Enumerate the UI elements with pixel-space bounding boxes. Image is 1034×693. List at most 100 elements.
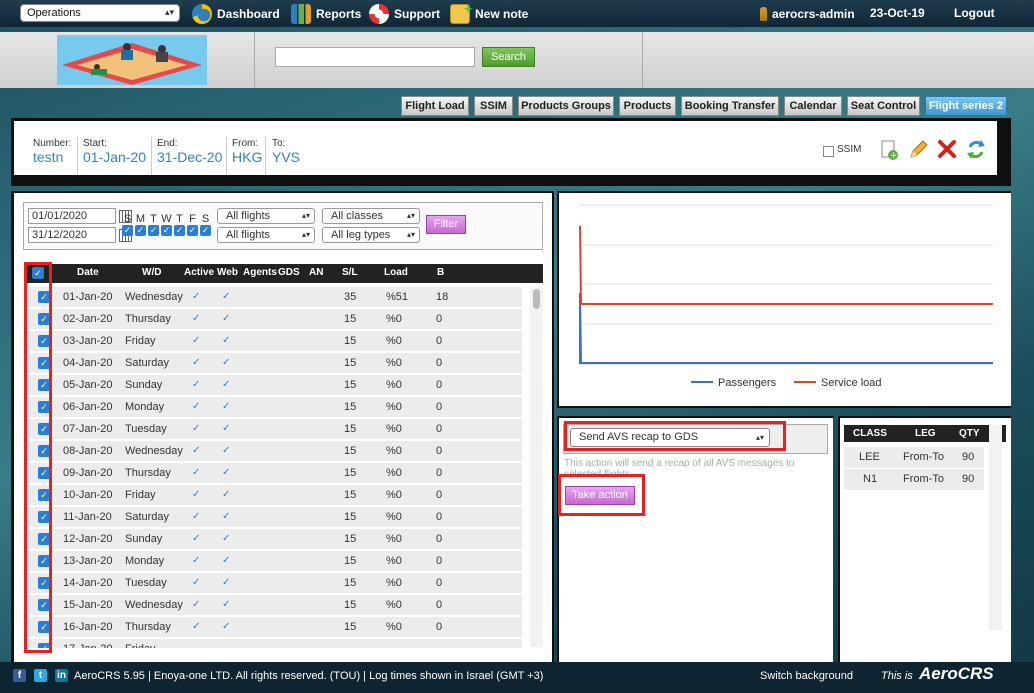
table-row[interactable]: ✓ 11-Jan-20 Saturday ✓ ✓ 15 %0 0 [25,507,522,528]
nav-new-note[interactable]: New note [450,0,528,27]
twitter-icon[interactable]: t [34,669,47,682]
nav-reports[interactable]: Reports [291,0,361,27]
class-qty: 90 [962,473,975,485]
column-header[interactable]: AN [309,267,323,278]
weekday-checkbox[interactable]: ✓ [148,225,159,236]
table-row[interactable]: ✓ 16-Jan-20 Thursday ✓ ✓ 15 %0 0 [25,617,522,638]
weekday-checkbox[interactable]: ✓ [187,225,198,236]
search-button[interactable]: Search [482,47,535,67]
column-header[interactable]: GDS [278,267,300,278]
row-booked: 0 [436,489,443,501]
column-header[interactable]: W/D [142,267,161,278]
user-menu[interactable]: aerocrs-admin [760,0,855,27]
active-check-icon: ✓ [192,357,201,368]
module-select[interactable]: Operations ▴▾ [20,4,180,22]
column-header[interactable]: Web [217,267,238,278]
add-document-icon[interactable]: + [879,139,899,161]
active-check-icon: ✓ [192,313,201,324]
flights-select-2-value: All flights [226,229,271,241]
web-check-icon: ✓ [222,555,231,566]
highlight-take-action [558,474,645,516]
weekday-checkbox[interactable]: ✓ [122,225,133,236]
switch-background-link[interactable]: Switch background [760,670,853,682]
search-input[interactable] [275,47,475,67]
table-row[interactable]: ✓ 04-Jan-20 Saturday ✓ ✓ 15 %0 0 [25,353,522,374]
table-row[interactable]: ✓17-Jan-20Friday [25,639,522,648]
separator [77,137,78,175]
weekday-checkbox[interactable]: ✓ [161,225,172,236]
column-header[interactable]: Load [384,267,408,278]
row-booked: 0 [436,379,443,391]
linkedin-icon[interactable]: in [55,669,68,682]
table-row[interactable]: ✓ 07-Jan-20 Tuesday ✓ ✓ 15 %0 0 [25,419,522,440]
filter-button[interactable]: Filter [426,215,466,234]
flights-select-2[interactable]: All flights ▴▾ [217,227,315,243]
row-booked: 0 [436,335,443,347]
table-row[interactable]: ✓ 09-Jan-20 Thursday ✓ ✓ 15 %0 0 [25,463,522,484]
table-row[interactable]: ✓ 13-Jan-20 Monday ✓ ✓ 15 %0 0 [25,551,522,572]
tab-products[interactable]: Products [619,96,676,116]
date-to-input[interactable]: 31/12/2020 [28,227,132,243]
table-row[interactable]: ✓ 06-Jan-20 Monday ✓ ✓ 15 %0 0 [25,397,522,418]
table-row[interactable]: ✓ 05-Jan-20 Sunday ✓ ✓ 15 %0 0 [25,375,522,396]
select-arrow-icon: ▴▾ [406,230,415,239]
column-header[interactable]: B [437,267,444,278]
row-booked: 0 [436,401,443,413]
table-row[interactable]: ✓ 02-Jan-20 Thursday ✓ ✓ 15 %0 0 [25,309,522,330]
row-weekday: Thursday [125,621,171,633]
date-from-input[interactable]: 01/01/2020 [28,208,132,224]
ssim-checkbox[interactable] [823,146,834,157]
module-select-value: Operations [27,7,81,19]
tab-seat-control[interactable]: Seat Control [847,96,920,116]
table-row[interactable]: ✓ 08-Jan-20 Wednesday ✓ ✓ 15 %0 0 [25,441,522,462]
active-check-icon: ✓ [192,291,201,302]
tab-calendar[interactable]: Calendar [784,96,842,116]
row-weekday: Tuesday [125,577,167,589]
row-load: %0 [386,379,402,391]
table-row[interactable]: ✓ 10-Jan-20 Friday ✓ ✓ 15 %0 0 [25,485,522,506]
weekday-checkbox[interactable]: ✓ [174,225,185,236]
end-label: End: [157,138,178,149]
table-row[interactable]: ✓ 03-Jan-20 Friday ✓ ✓ 15 %0 0 [25,331,522,352]
row-load: %0 [386,577,402,589]
tab-products-groups[interactable]: Products Groups [518,96,614,116]
logout-link[interactable]: Logout [954,0,995,27]
weekday-checkbox[interactable]: ✓ [200,225,211,236]
row-date: 17-Jan-20 [63,643,113,648]
tab-ssim[interactable]: SSIM [474,96,513,116]
weekday-checkbox[interactable]: ✓ [135,225,146,236]
web-check-icon: ✓ [222,467,231,478]
tab-booking-transfer[interactable]: Booking Transfer [681,96,779,116]
tab-flight-series[interactable]: Flight series 2 [925,96,1007,116]
table-row[interactable]: ✓ 15-Jan-20 Wednesday ✓ ✓ 15 %0 0 [25,595,522,616]
nav-support[interactable]: Support [369,0,440,27]
table-scrollbar[interactable] [530,287,543,647]
table-row[interactable]: ✓ 14-Jan-20 Tuesday ✓ ✓ 15 %0 0 [25,573,522,594]
web-check-icon: ✓ [222,313,231,324]
table-row[interactable]: ✓ 12-Jan-20 Sunday ✓ ✓ 15 %0 0 [25,529,522,550]
leg-types-select[interactable]: All leg types ▴▾ [322,227,420,243]
column-header[interactable]: Agents [243,267,277,278]
row-booked: 0 [436,599,443,611]
tab-flight-load[interactable]: Flight Load [401,96,469,116]
row-sl: 15 [344,511,357,523]
column-header[interactable]: Date [77,267,99,278]
flights-select[interactable]: All flights ▴▾ [217,208,315,224]
to-label: To: [272,138,286,149]
delete-x-icon[interactable] [937,139,957,161]
column-header[interactable]: Active [184,267,214,278]
class-row: N1 From-To 90 [844,469,984,490]
column-header[interactable]: S/L [342,267,358,278]
nav-dashboard[interactable]: Dashboard [192,0,280,27]
separator [151,137,152,175]
table-row[interactable]: ✓ 01-Jan-20 Wednesday ✓ ✓ 35 %51 18 [25,287,522,308]
end-value: 31-Dec-20 [157,149,223,165]
facebook-icon[interactable]: f [13,669,26,682]
current-date: 23-Oct-19 [870,6,925,20]
refresh-arrows-icon[interactable] [966,139,986,161]
web-check-icon: ✓ [222,621,231,632]
scrollbar-thumb[interactable] [533,289,540,309]
class-scrollbar[interactable] [989,425,1002,630]
edit-pencil-icon[interactable] [908,139,928,161]
classes-select[interactable]: All classes ▴▾ [322,208,420,224]
